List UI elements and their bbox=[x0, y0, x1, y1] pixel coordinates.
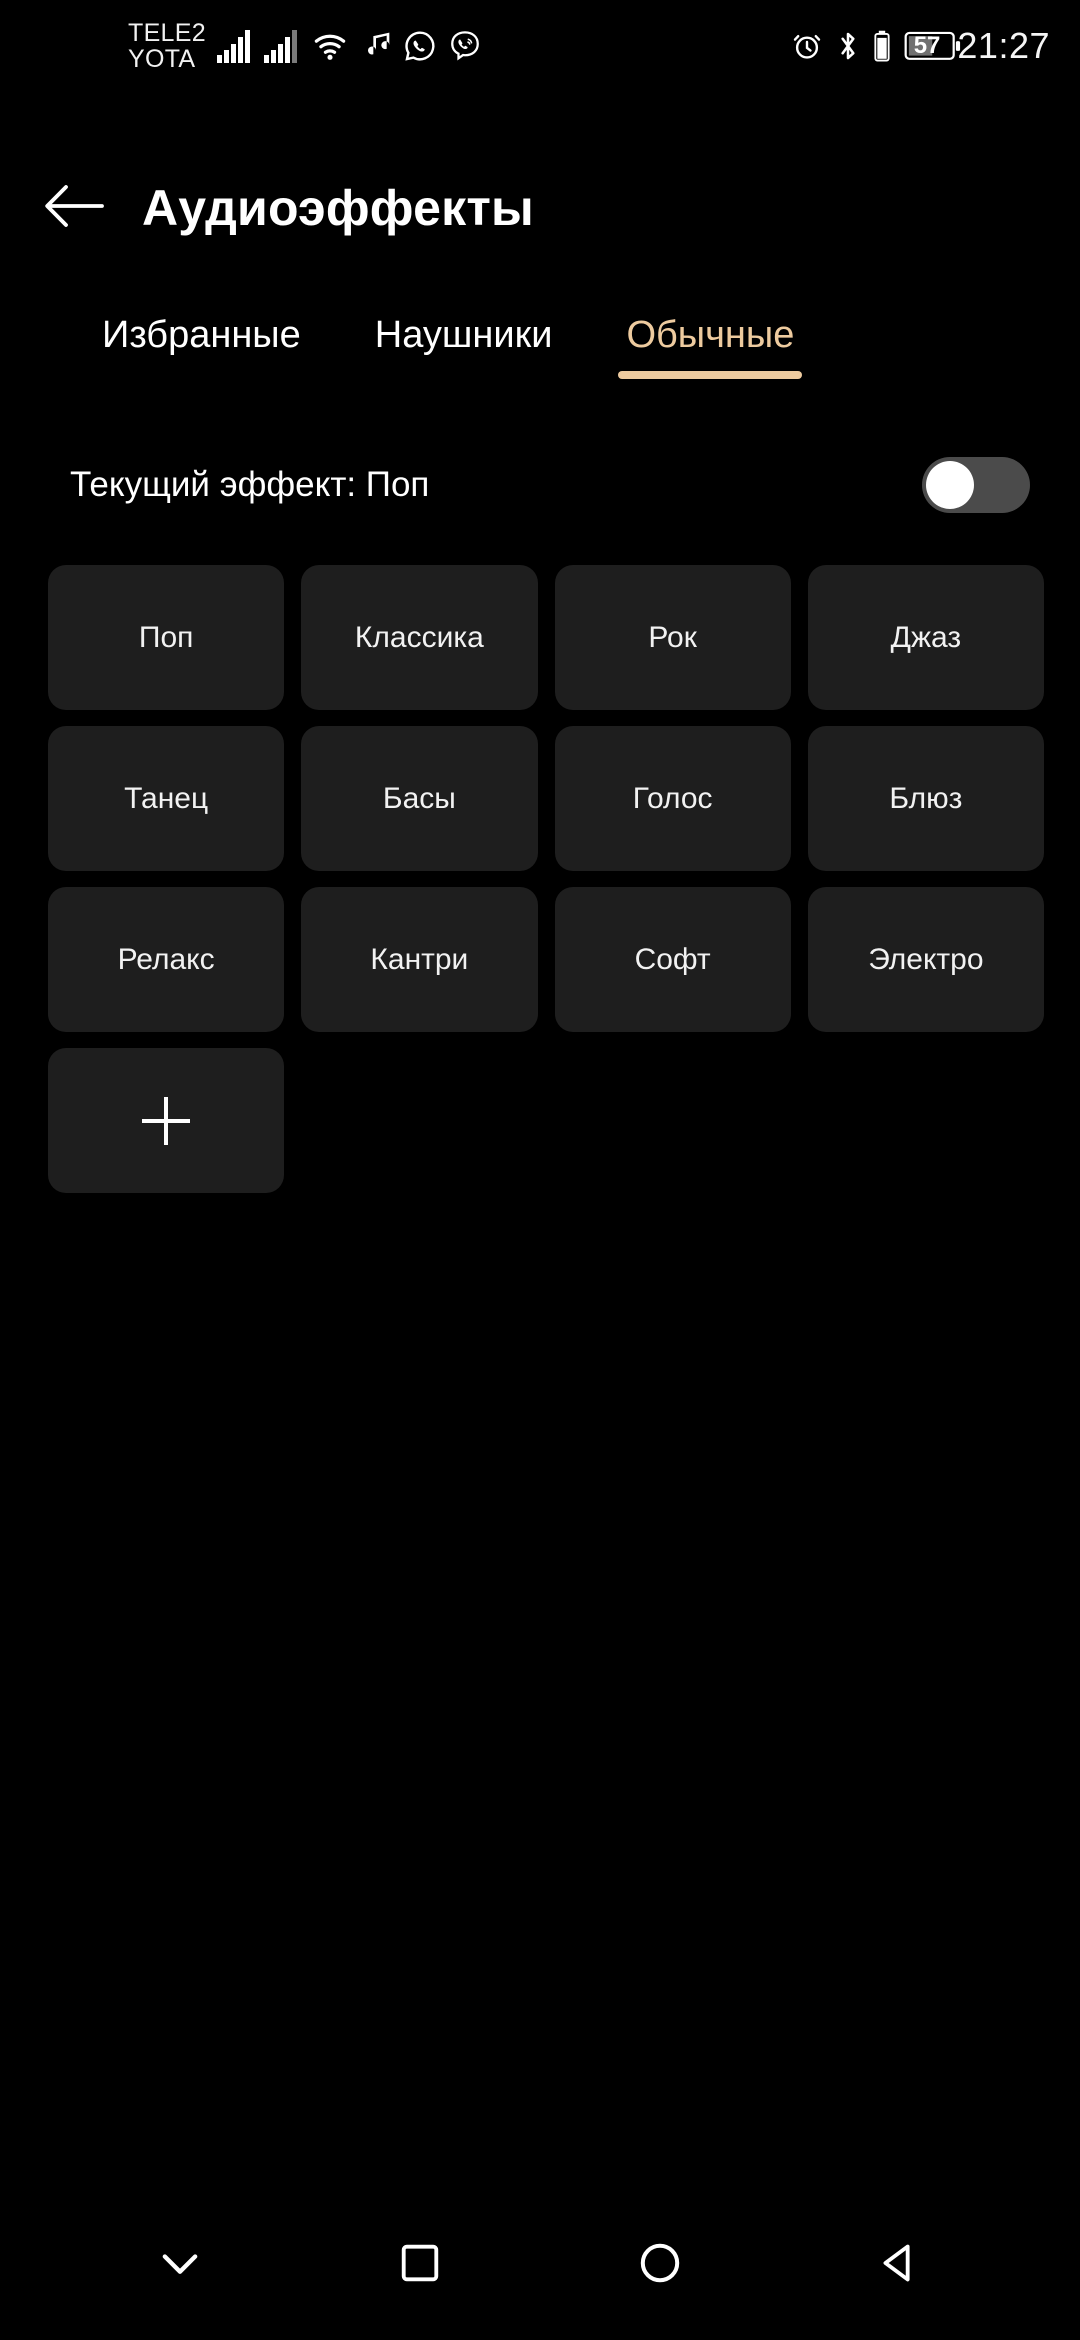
current-effect-row: Текущий эффект: Поп bbox=[0, 445, 1080, 525]
preset-tile-relax[interactable]: Релакс bbox=[48, 887, 285, 1032]
carrier-line-1: TELE2 bbox=[128, 19, 206, 47]
back-nav-button[interactable] bbox=[840, 2205, 960, 2325]
preset-label: Классика bbox=[354, 620, 484, 654]
preset-tile-voice[interactable]: Голос bbox=[554, 726, 791, 871]
tab-normal[interactable]: Обычные bbox=[612, 308, 808, 379]
preset-grid: Поп Классика Рок Джаз Танец Басы Голос Б… bbox=[48, 565, 1044, 1193]
hide-keyboard-button[interactable] bbox=[120, 2205, 240, 2325]
preset-label: Танец bbox=[124, 781, 209, 815]
square-recents-icon bbox=[397, 2240, 443, 2291]
carrier-label: TELE2 YOTA bbox=[128, 20, 206, 72]
wifi-icon bbox=[311, 29, 349, 63]
back-arrow-icon bbox=[44, 183, 104, 234]
preset-label: Рок bbox=[648, 620, 697, 654]
battery-percent-label: 57 bbox=[913, 32, 941, 59]
current-effect-label: Текущий эффект: Поп bbox=[70, 465, 430, 504]
preset-tile-electro[interactable]: Электро bbox=[807, 887, 1044, 1032]
tab-bar: Избранные Наушники Обычные bbox=[0, 308, 1080, 418]
preset-label: Голос bbox=[632, 781, 713, 815]
app-bar: Аудиоэффекты bbox=[0, 150, 1080, 266]
back-button[interactable] bbox=[32, 166, 116, 250]
viber-icon bbox=[448, 29, 482, 63]
tab-active-indicator bbox=[618, 371, 803, 379]
preset-tile-bass[interactable]: Басы bbox=[301, 726, 538, 871]
page-title: Аудиоэффекты bbox=[142, 180, 534, 236]
bluetooth-icon bbox=[836, 30, 860, 62]
triangle-back-icon bbox=[877, 2240, 923, 2291]
preset-label: Джаз bbox=[890, 620, 962, 654]
status-bar-right: 57 21:27 bbox=[791, 25, 1050, 67]
preset-label: Кантри bbox=[370, 942, 469, 976]
plus-icon bbox=[142, 1097, 190, 1145]
add-preset-tile[interactable] bbox=[48, 1048, 285, 1193]
preset-tile-blues[interactable]: Блюз bbox=[807, 726, 1044, 871]
alarm-icon bbox=[791, 30, 823, 62]
preset-tile-country[interactable]: Кантри bbox=[301, 887, 538, 1032]
music-note-icon bbox=[360, 29, 392, 63]
status-bar-clock: 21:27 bbox=[957, 25, 1050, 66]
preset-label: Софт bbox=[634, 942, 711, 976]
navigation-bar bbox=[0, 2190, 1080, 2340]
status-bar-left: TELE2 YOTA bbox=[0, 20, 482, 72]
tab-favorites-label: Избранные bbox=[102, 314, 301, 356]
preset-tile-pop[interactable]: Поп bbox=[48, 565, 285, 710]
preset-label: Релакс bbox=[117, 942, 215, 976]
preset-tile-jazz[interactable]: Джаз bbox=[807, 565, 1044, 710]
preset-label: Поп bbox=[138, 620, 194, 654]
status-bar: TELE2 YOTA 57 21:27 bbox=[0, 0, 1080, 92]
effect-toggle-switch[interactable] bbox=[922, 457, 1030, 513]
phone-screen: TELE2 YOTA 57 21:27 Аудиоэффекты Избранн… bbox=[0, 0, 1080, 2340]
toggle-knob bbox=[926, 461, 974, 509]
home-button[interactable] bbox=[600, 2205, 720, 2325]
signal-sim2-icon bbox=[263, 29, 300, 63]
recents-button[interactable] bbox=[360, 2205, 480, 2325]
preset-label: Басы bbox=[382, 781, 456, 815]
carrier-line-2: YOTA bbox=[128, 45, 196, 73]
preset-label: Блюз bbox=[889, 781, 963, 815]
tab-normal-label: Обычные bbox=[626, 314, 795, 356]
secondary-battery-icon bbox=[873, 30, 891, 62]
tab-headphones-label: Наушники bbox=[374, 314, 553, 356]
preset-tile-rock[interactable]: Рок bbox=[554, 565, 791, 710]
circle-home-icon bbox=[636, 2239, 684, 2292]
signal-sim1-icon bbox=[216, 29, 253, 63]
preset-tile-dance[interactable]: Танец bbox=[48, 726, 285, 871]
battery-icon: 57 bbox=[904, 30, 960, 62]
preset-tile-classic[interactable]: Классика bbox=[301, 565, 538, 710]
tab-headphones[interactable]: Наушники bbox=[361, 308, 567, 357]
tab-favorites[interactable]: Избранные bbox=[88, 308, 315, 357]
chevron-down-icon bbox=[154, 2237, 206, 2294]
preset-tile-soft[interactable]: Софт bbox=[554, 887, 791, 1032]
whatsapp-icon bbox=[403, 29, 437, 63]
preset-label: Электро bbox=[868, 942, 984, 976]
